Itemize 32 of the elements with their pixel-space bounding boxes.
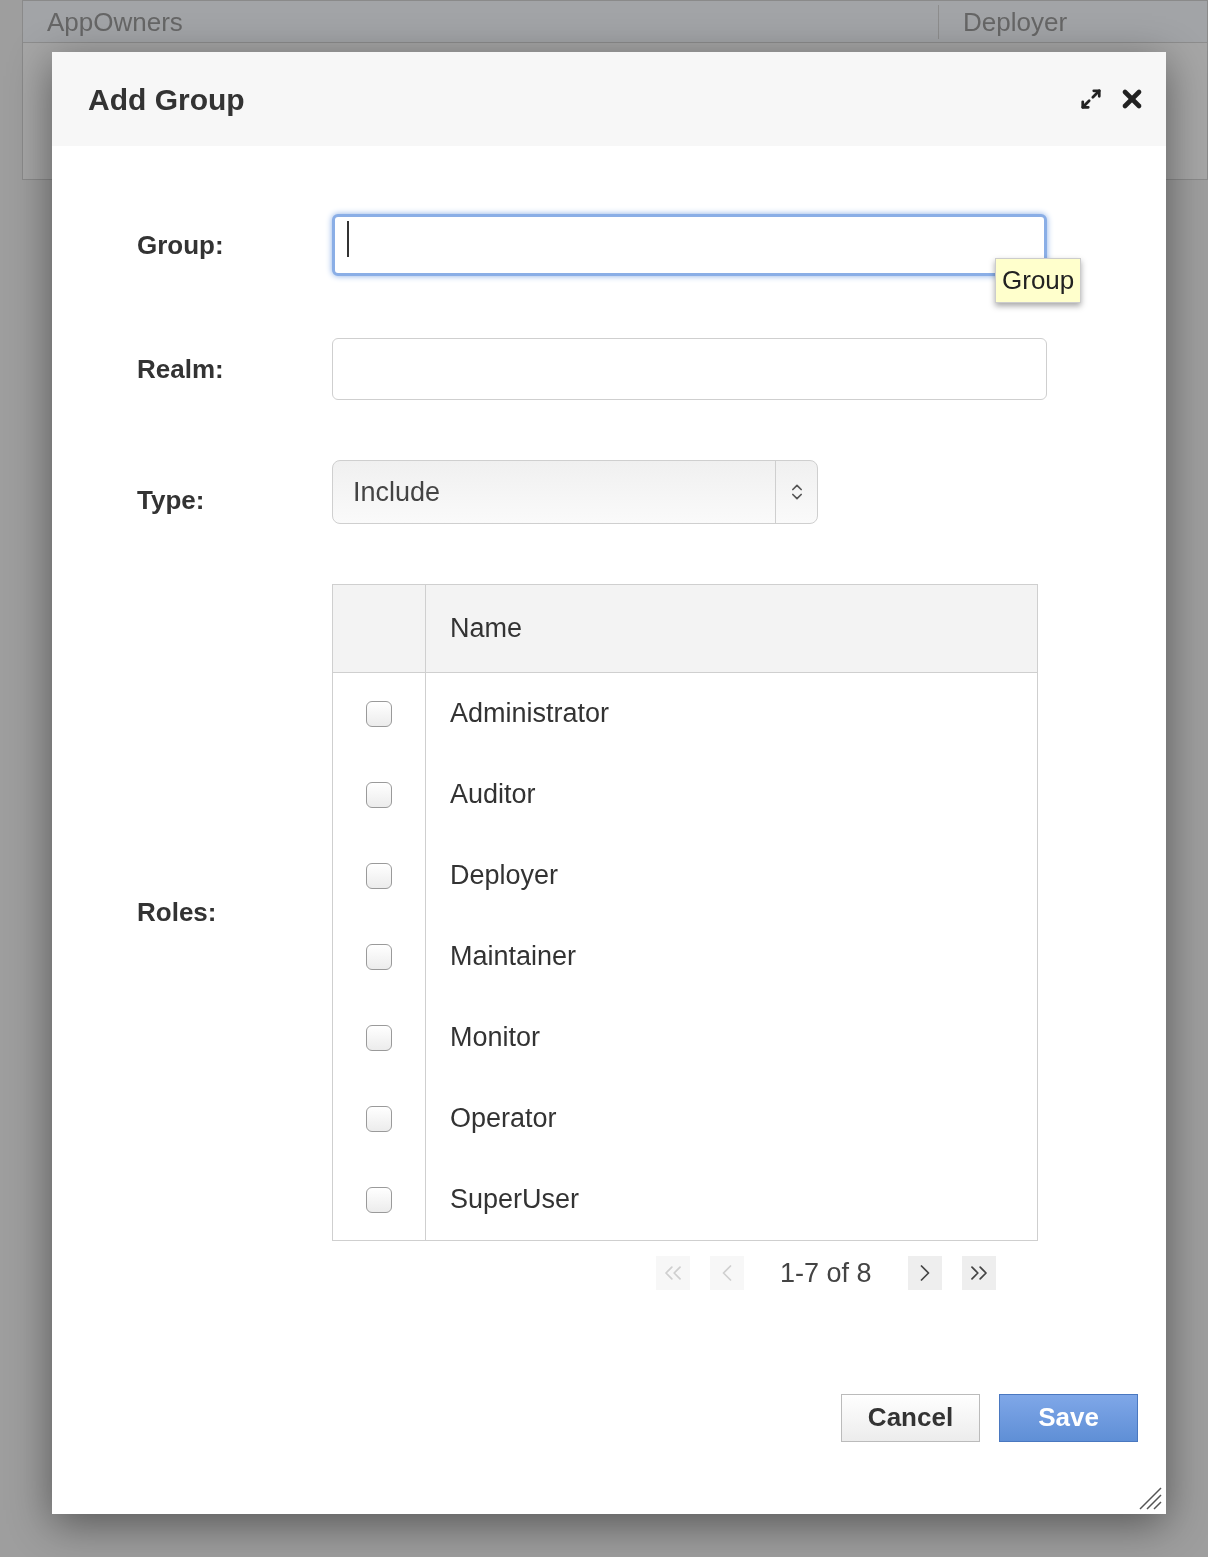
tooltip: Group (995, 258, 1082, 303)
table-cell: Deployer (938, 4, 1207, 39)
next-page-button[interactable] (907, 1256, 942, 1291)
text-field[interactable] (332, 338, 1047, 400)
field-label: Realm: (136, 352, 225, 386)
role-name: Auditor (449, 778, 537, 812)
role-name: Deployer (449, 859, 560, 893)
field-label: Type: (136, 483, 206, 517)
last-page-button[interactable] (961, 1256, 996, 1291)
expand-icon[interactable] (1080, 88, 1102, 110)
field-label: Group: (136, 228, 225, 262)
type-select[interactable]: Include (332, 460, 818, 524)
role-name: Operator (449, 1102, 558, 1136)
checkbox[interactable] (366, 781, 392, 808)
role-name: Maintainer (449, 940, 578, 974)
role-name: Administrator (449, 697, 611, 731)
checkbox[interactable] (366, 1024, 392, 1051)
checkbox[interactable] (366, 700, 392, 727)
resize-grip-icon[interactable] (1138, 1486, 1162, 1510)
column-header: Name (449, 612, 524, 646)
checkbox[interactable] (366, 1105, 392, 1132)
checkbox[interactable] (366, 1186, 392, 1213)
table-cell-text: AppOwners (46, 5, 184, 39)
checkbox[interactable] (366, 862, 392, 889)
checkbox[interactable] (366, 943, 392, 970)
role-name: SuperUser (449, 1183, 581, 1217)
page-range: 1-7 of 8 (779, 1257, 873, 1290)
cancel-button[interactable]: Cancel (841, 1393, 980, 1442)
role-name: Monitor (449, 1021, 542, 1055)
field-label: Roles: (136, 896, 218, 929)
text-cursor (347, 221, 349, 257)
dialog-title: Add Group (88, 81, 246, 118)
